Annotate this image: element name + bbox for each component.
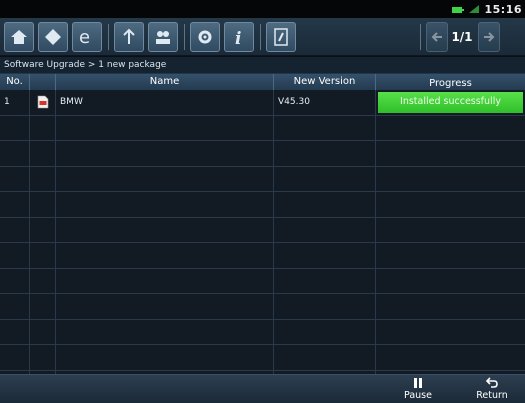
table-row [0, 345, 525, 371]
table-row [0, 217, 525, 243]
page-indicator: 1/1 [451, 30, 473, 44]
exit-icon [274, 28, 288, 46]
package-file-icon [30, 90, 56, 115]
table-row [0, 268, 525, 294]
table-row [0, 192, 525, 218]
return-arrow-icon [485, 377, 498, 388]
table-body: 1 BMW V45.30 Installed successfully [0, 90, 525, 396]
row-number: 1 [0, 90, 30, 115]
column-header-version: New Version [274, 74, 376, 90]
previous-page-button[interactable] [426, 22, 448, 52]
return-button[interactable]: Return [468, 377, 516, 403]
pause-icon [414, 378, 422, 388]
breadcrumb: Software Upgrade > 1 new package [0, 57, 525, 74]
table-row [0, 166, 525, 192]
battery-icon [452, 4, 465, 14]
user-button[interactable] [148, 22, 178, 52]
table-header: No. Name New Version Progress [0, 74, 525, 90]
gear-icon [198, 30, 212, 44]
package-name: BMW [56, 90, 274, 115]
toolbar: e i 1/1 [0, 18, 525, 56]
home-icon [11, 30, 27, 44]
toolbar-separator [184, 24, 185, 50]
package-table: No. Name New Version Progress 1 BMW V45.… [0, 74, 525, 396]
svg-text:i: i [235, 29, 241, 47]
status-bar: 15:16 [0, 0, 525, 18]
table-row[interactable]: 1 BMW V45.30 Installed successfully [0, 90, 525, 116]
browser-button[interactable]: e [72, 22, 102, 52]
users-icon [156, 31, 170, 44]
column-header-name: Name [56, 74, 274, 90]
column-header-progress: Progress [429, 78, 472, 89]
arrow-left-icon [431, 32, 442, 42]
next-page-button[interactable] [478, 22, 500, 52]
upgrade-button[interactable] [114, 22, 144, 52]
toolbar-separator [260, 24, 261, 50]
table-row [0, 115, 525, 141]
settings-button[interactable] [190, 22, 220, 52]
status-time: 15:16 [484, 2, 522, 16]
diagnose-button[interactable] [38, 22, 68, 52]
browser-icon: e [79, 27, 90, 47]
return-label: Return [476, 390, 508, 401]
pause-button[interactable]: Pause [394, 377, 442, 403]
table-row [0, 319, 525, 345]
progress-status: Installed successfully [378, 92, 523, 113]
table-row [0, 243, 525, 269]
package-version: V45.30 [274, 90, 376, 115]
screen: 15:16 e i 1/1 Software Upgrade > 1 new p… [0, 0, 525, 403]
pause-label: Pause [404, 390, 432, 401]
table-row [0, 294, 525, 320]
package-progress: Installed successfully [376, 90, 525, 115]
table-row [0, 141, 525, 167]
toolbar-separator [108, 24, 109, 50]
exit-button[interactable] [266, 22, 296, 52]
upgrade-icon [123, 28, 135, 44]
wifi-icon [468, 4, 480, 14]
info-button[interactable]: i [224, 22, 254, 52]
column-header-no: No. [0, 74, 30, 90]
column-header-icon [30, 74, 56, 90]
svg-text:e: e [79, 27, 90, 47]
diamond-icon [45, 29, 61, 45]
home-button[interactable] [4, 22, 34, 52]
info-icon: i [235, 29, 241, 47]
footer-bar: Pause Return [0, 374, 525, 403]
toolbar-separator [420, 24, 421, 50]
arrow-right-icon [484, 32, 495, 42]
